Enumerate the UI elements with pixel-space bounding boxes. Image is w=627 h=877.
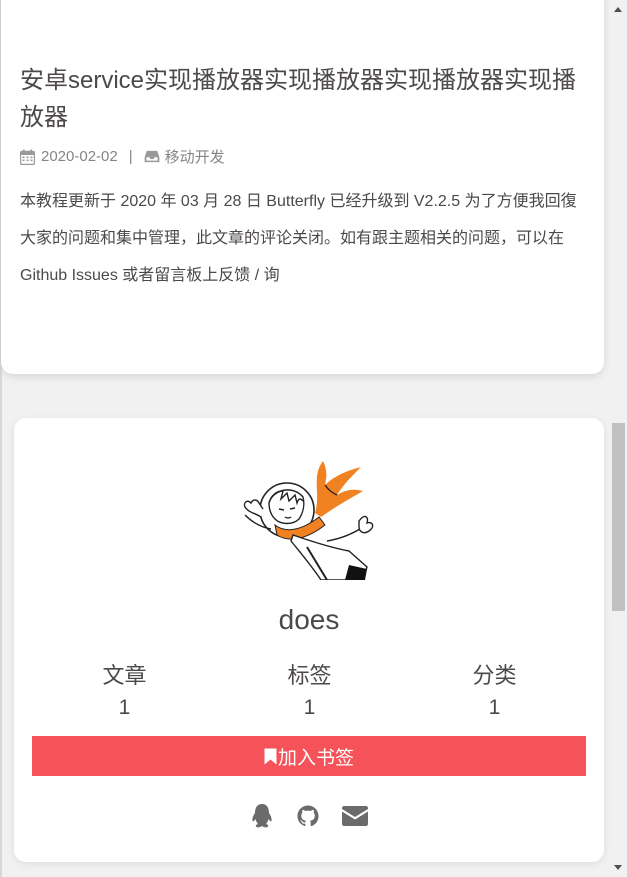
calendar-icon — [20, 149, 36, 165]
bookmark-icon — [264, 748, 277, 764]
page-viewport: 安卓service实现播放器实现播放器实现播放器实现播放器 2020-02-02… — [0, 0, 627, 877]
stat-value: 1 — [488, 696, 501, 719]
author-info-card: does 文章 1 标签 1 分类 1 加入书签 — [14, 418, 604, 862]
author-avatar — [241, 455, 381, 581]
stat-tags[interactable]: 标签 1 — [217, 662, 402, 722]
stat-label: 分类 — [472, 663, 517, 688]
post-card[interactable]: 安卓service实现播放器实现播放器实现播放器实现播放器 2020-02-02… — [1, 0, 604, 374]
author-stats: 文章 1 标签 1 分类 1 — [32, 662, 587, 722]
stat-label: 文章 — [102, 663, 147, 688]
stat-articles[interactable]: 文章 1 — [32, 662, 217, 722]
stat-value: 1 — [118, 696, 131, 719]
stat-label: 标签 — [287, 663, 332, 688]
vertical-scrollbar[interactable] — [610, 0, 627, 877]
stat-value: 1 — [303, 696, 316, 719]
qq-icon[interactable] — [250, 803, 274, 829]
post-category-link[interactable]: 移动开发 — [165, 146, 225, 167]
bookmark-label: 加入书签 — [277, 747, 354, 769]
stat-categories[interactable]: 分类 1 — [402, 662, 587, 722]
scroll-down-arrow-icon[interactable] — [614, 865, 622, 870]
inbox-icon — [144, 149, 160, 165]
post-date: 2020-02-02 — [41, 148, 118, 165]
post-excerpt: 本教程更新于 2020 年 03 月 28 日 Butterfly 已经升级到 … — [20, 193, 577, 284]
social-links — [14, 803, 604, 829]
post-title[interactable]: 安卓service实现播放器实现播放器实现播放器实现播放器 — [20, 62, 580, 136]
scroll-up-arrow-icon[interactable] — [614, 7, 622, 12]
post-meta: 2020-02-02 | 移动开发 — [20, 146, 225, 167]
github-icon[interactable] — [296, 803, 320, 829]
add-bookmark-button[interactable]: 加入书签 — [32, 736, 586, 776]
scrollbar-thumb[interactable] — [612, 423, 625, 611]
author-name: does — [278, 604, 340, 635]
meta-separator: | — [128, 148, 133, 165]
email-icon[interactable] — [342, 803, 368, 829]
